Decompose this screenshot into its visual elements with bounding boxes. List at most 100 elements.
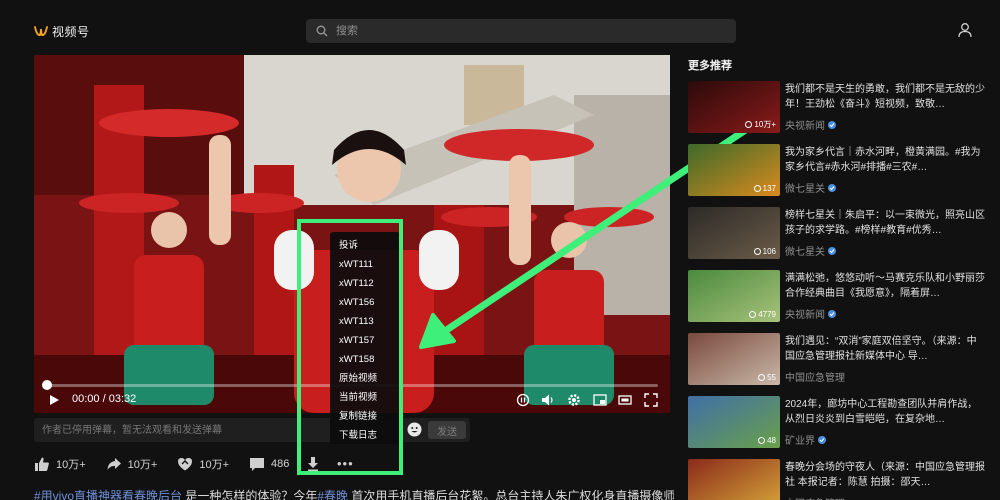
menu-item[interactable]: 当前视频 bbox=[330, 388, 400, 407]
comment-button[interactable]: 486 bbox=[249, 456, 289, 472]
description-text: 是一种怎样的体验？今年 bbox=[182, 489, 318, 500]
recommend-count: 10万+ bbox=[199, 459, 230, 471]
search-icon bbox=[316, 25, 328, 37]
like-circle-icon bbox=[753, 248, 761, 255]
like-badge-count: 55 bbox=[767, 373, 776, 382]
recommendation-author[interactable]: 中国应急管理 bbox=[785, 369, 845, 384]
thumbnail-image bbox=[688, 459, 780, 500]
like-badge-count: 48 bbox=[767, 436, 776, 445]
thumbs-up-icon bbox=[35, 457, 49, 471]
recommendation-author[interactable]: 微七星关 bbox=[785, 180, 836, 195]
recommendation-title[interactable]: 榜样七星关｜朱启平：以一束微光，照亮山区孩子的求学路。#榜样#教育#优秀… bbox=[785, 208, 985, 238]
recommendation-card[interactable]: 137 我为家乡代言｜赤水河畔，橙黄满园。#我为家乡代言#赤水河#排播#三农#… 微… bbox=[688, 144, 988, 198]
recommendation-title[interactable]: 我为家乡代言｜赤水河畔，橙黄满园。#我为家乡代言#赤水河#排播#三农#… bbox=[785, 145, 985, 175]
recommendation-author[interactable]: 矿业界 bbox=[785, 432, 826, 447]
hashtag-link[interactable]: #春晚 bbox=[317, 489, 348, 500]
verified-badge-icon bbox=[828, 183, 836, 192]
share-button[interactable]: 10万+ bbox=[106, 456, 158, 472]
time-display: 00:00 / 03:32 bbox=[72, 393, 136, 405]
recommendation-thumbnail[interactable]: 55 bbox=[688, 333, 780, 385]
duration: 03:32 bbox=[108, 393, 137, 405]
user-icon[interactable] bbox=[957, 22, 973, 38]
menu-item[interactable]: xWT157 bbox=[330, 331, 400, 350]
share-count: 10万+ bbox=[127, 459, 158, 471]
volume-icon[interactable] bbox=[541, 393, 555, 407]
recommendation-author[interactable]: 中国应急管理 bbox=[785, 495, 845, 500]
download-button[interactable] bbox=[305, 456, 321, 472]
emoji-icon[interactable] bbox=[407, 422, 422, 437]
recommendation-thumbnail[interactable]: 137 bbox=[688, 144, 780, 196]
send-danmaku-button[interactable]: 发送 bbox=[428, 421, 466, 439]
menu-item[interactable]: xWT112 bbox=[330, 274, 400, 293]
verified-badge-icon bbox=[828, 309, 836, 318]
recommendation-thumbnail[interactable]: 106 bbox=[688, 207, 780, 259]
recommendation-author[interactable]: 央视新闻 bbox=[785, 306, 836, 321]
like-circle-icon bbox=[745, 121, 753, 128]
heart-recommend-icon bbox=[178, 458, 193, 471]
author-name: 微七星关 bbox=[785, 184, 825, 195]
play-icon[interactable] bbox=[48, 394, 60, 406]
recommendation-title[interactable]: 满满松弛，悠悠动听～马赛克乐队和小野丽莎合作经典曲目《我愿意》，隔着屏… bbox=[785, 271, 985, 301]
recommendation-title[interactable]: 春晚分会场的守夜人（来源：中国应急管理报社 本报记者：陈慧 拍摄：邵天… bbox=[785, 460, 985, 490]
action-bar: 10万+ 10万+ 10万+ 486 bbox=[34, 454, 333, 474]
menu-item[interactable]: 下载日志 bbox=[330, 426, 400, 445]
like-badge-count: 137 bbox=[762, 184, 776, 193]
recommendation-card[interactable]: 106 榜样七星关｜朱启平：以一束微光，照亮山区孩子的求学路。#榜样#教育#优秀…… bbox=[688, 207, 988, 261]
recommendation-thumbnail[interactable]: 4779 bbox=[688, 270, 780, 322]
download-icon bbox=[308, 457, 319, 471]
app-logo[interactable]: 视频号 bbox=[34, 22, 90, 40]
recommendation-title[interactable]: 我们都不是天生的勇敢，我们都不是无敌的少年！王劲松《奋斗》短视频，致敬… bbox=[785, 82, 985, 112]
current-time: 00:00 bbox=[72, 393, 100, 405]
menu-item[interactable]: xWT156 bbox=[330, 293, 400, 312]
like-badge: 106 bbox=[753, 247, 776, 256]
recommendation-card[interactable]: 4779 满满松弛，悠悠动听～马赛克乐队和小野丽莎合作经典曲目《我愿意》，隔着屏…… bbox=[688, 270, 988, 324]
recommendation-card[interactable]: 48 2024年，廊坊中心工程勘查团队并肩作战，从烈日炎炎到白雪皑皑，在复杂地… 矿… bbox=[688, 396, 988, 450]
author-name: 中国应急管理 bbox=[785, 495, 845, 500]
recommendation-author[interactable]: 央视新闻 bbox=[785, 117, 836, 132]
menu-item[interactable]: 复制链接 bbox=[330, 407, 400, 426]
like-badge: 137 bbox=[753, 184, 776, 193]
theater-mode-icon[interactable] bbox=[618, 393, 632, 407]
author-name: 央视新闻 bbox=[785, 310, 825, 321]
video-description: #用vivo直播神器看春晚后台 是一种怎样的体验？今年#春晚 首次用手机直播后台… bbox=[34, 487, 674, 500]
recommendation-card[interactable]: 10万+ 我们都不是天生的勇敢，我们都不是无敌的少年！王劲松《奋斗》短视频，致敬…… bbox=[688, 81, 988, 135]
menu-item[interactable]: xWT113 bbox=[330, 312, 400, 331]
picture-in-picture-icon[interactable] bbox=[593, 393, 607, 407]
more-options-icon[interactable]: ••• bbox=[337, 456, 354, 471]
like-button[interactable]: 10万+ bbox=[34, 456, 86, 472]
hashtag-link[interactable]: #用vivo直播神器看春晚后台 bbox=[34, 489, 182, 500]
menu-item[interactable]: 原始视频 bbox=[330, 369, 400, 388]
like-count: 10万+ bbox=[56, 459, 86, 471]
recommendations-title: 更多推荐 bbox=[688, 60, 732, 72]
share-arrow-icon bbox=[107, 458, 121, 470]
author-name: 矿业界 bbox=[785, 436, 815, 447]
like-badge: 55 bbox=[758, 373, 776, 382]
recommendation-title[interactable]: 2024年，廊坊中心工程勘查团队并肩作战，从烈日炎炎到白雪皑皑，在复杂地… bbox=[785, 397, 985, 427]
recommendation-title[interactable]: 我们遇见：“双消”家庭双倍坚守。（来源：中国应急管理报社新媒体中心 导… bbox=[785, 334, 985, 364]
like-badge: 48 bbox=[758, 436, 776, 445]
search-box[interactable] bbox=[306, 19, 736, 43]
author-name: 微七星关 bbox=[785, 247, 825, 258]
recommendation-card[interactable]: 55春晚分会场的守夜人（来源：中国应急管理报社 本报记者：陈慧 拍摄：邵天… 中国… bbox=[688, 459, 988, 500]
app-name: 视频号 bbox=[52, 24, 90, 39]
loop-icon[interactable] bbox=[516, 393, 530, 407]
recommendation-thumbnail[interactable]: 48 bbox=[688, 396, 780, 448]
menu-item[interactable]: xWT158 bbox=[330, 350, 400, 369]
recommendation-card[interactable]: 55 我们遇见：“双消”家庭双倍坚守。（来源：中国应急管理报社新媒体中心 导… 中国… bbox=[688, 333, 988, 387]
author-name: 央视新闻 bbox=[785, 121, 825, 132]
recommend-button[interactable]: 10万+ bbox=[177, 456, 229, 472]
author-name: 中国应急管理 bbox=[785, 373, 845, 384]
menu-item[interactable]: 投诉 bbox=[330, 236, 400, 255]
recommendation-thumbnail[interactable]: 55 bbox=[688, 459, 780, 500]
like-circle-icon bbox=[749, 311, 757, 318]
settings-gear-icon[interactable] bbox=[567, 393, 581, 407]
verified-badge-icon bbox=[828, 246, 836, 255]
search-input[interactable] bbox=[336, 25, 716, 37]
progress-handle[interactable] bbox=[42, 380, 52, 390]
fullscreen-icon[interactable] bbox=[644, 393, 658, 407]
recommendation-author[interactable]: 微七星关 bbox=[785, 243, 836, 258]
verified-badge-icon bbox=[828, 120, 836, 129]
recommendation-thumbnail[interactable]: 10万+ bbox=[688, 81, 780, 133]
menu-item[interactable]: xWT111 bbox=[330, 255, 400, 274]
channels-logo-icon bbox=[34, 26, 48, 36]
